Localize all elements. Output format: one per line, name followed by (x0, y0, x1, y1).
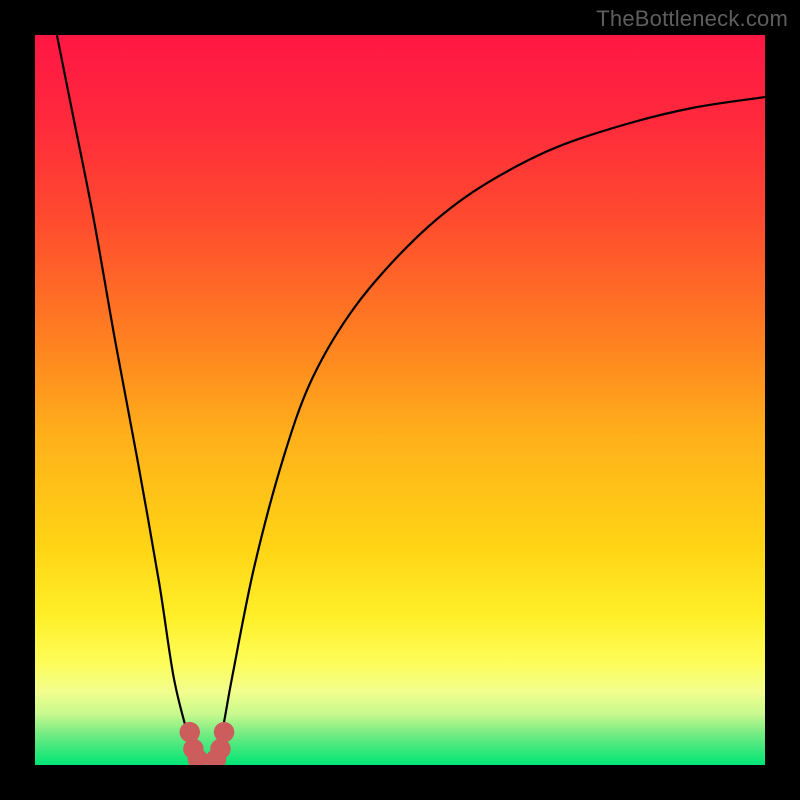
curve-marker (214, 722, 234, 742)
curve-marker (210, 739, 230, 759)
watermark-text: TheBottleneck.com (596, 6, 788, 32)
bottom-markers (180, 722, 235, 765)
curve-layer (35, 35, 765, 765)
bottleneck-curve (57, 35, 765, 765)
curve-marker (180, 722, 200, 742)
chart-frame: TheBottleneck.com (0, 0, 800, 800)
plot-area (35, 35, 765, 765)
